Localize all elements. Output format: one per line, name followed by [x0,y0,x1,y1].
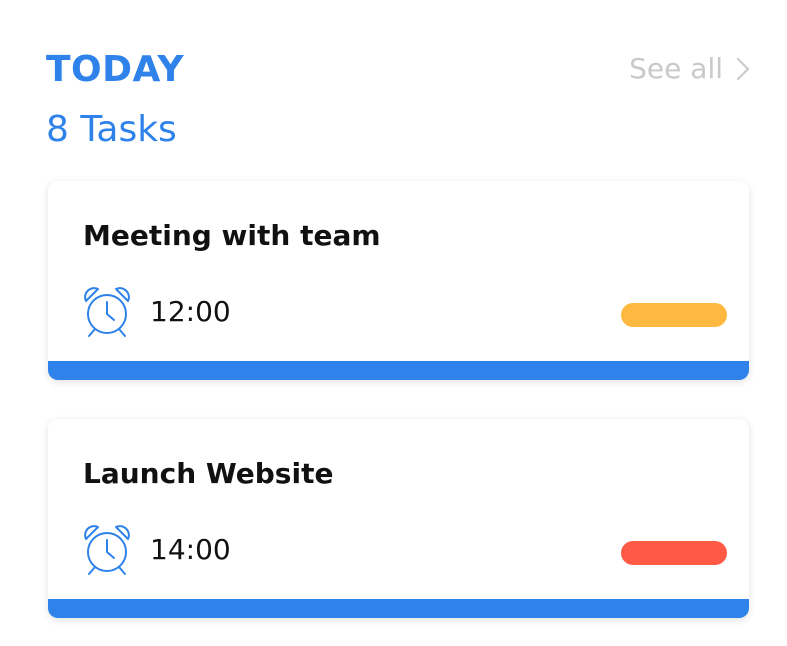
task-time-row: 12:00 [82,285,231,339]
see-all-link[interactable]: See all [629,52,749,86]
see-all-label: See all [629,52,723,85]
task-time-row: 14:00 [82,523,231,577]
card-footer-bar [48,361,749,380]
section-title: TODAY [46,49,185,90]
task-time: 12:00 [150,295,231,328]
task-card[interactable]: Launch Website 14:00 [48,419,749,618]
task-card[interactable]: Meeting with team 12:00 [48,181,749,380]
task-title: Meeting with team [83,219,381,252]
task-time: 14:00 [150,533,231,566]
alarm-clock-icon [84,525,130,575]
chevron-right-icon [737,58,749,80]
priority-indicator [621,541,727,565]
priority-indicator [621,303,727,327]
task-count: 8 Tasks [46,109,177,150]
task-title: Launch Website [83,457,334,490]
card-footer-bar [48,599,749,618]
alarm-clock-icon [84,287,130,337]
